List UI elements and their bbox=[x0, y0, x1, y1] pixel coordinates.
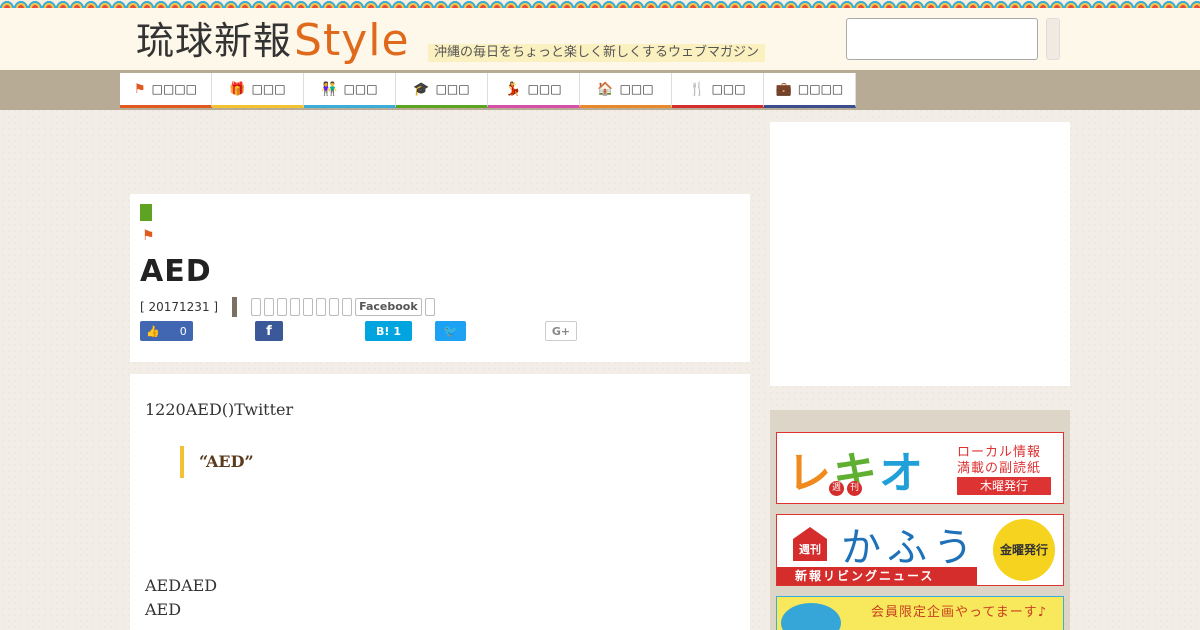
site-logo[interactable]: 琉球新報 Style bbox=[136, 18, 410, 64]
search-input[interactable] bbox=[846, 18, 1038, 60]
wave-pattern-strip bbox=[0, 0, 1200, 8]
gplus-label: G+ bbox=[551, 324, 571, 338]
search-button[interactable] bbox=[1046, 18, 1060, 60]
house-icon: 週刊 bbox=[793, 527, 827, 561]
article-title: AED bbox=[140, 254, 212, 289]
category-nav: ⚑ □□□□ 🎁 □□□ 👫 □□□ 🎓 □□□ 💃 □□□ 🏠 □□□ 🍴 □□□ 💼 □□□□ bbox=[0, 70, 1200, 110]
thumbs-up-icon: 👍 bbox=[146, 324, 160, 338]
mascot-icon bbox=[781, 603, 841, 630]
logo-jp-text: 琉球新報 bbox=[136, 19, 293, 63]
nav-item-label: □□□ bbox=[527, 82, 562, 96]
site-header: 琉球新報 Style 沖縄の毎日をちょっと楽しく新しくするウェブマガジン bbox=[0, 8, 1200, 70]
twitter-share-button[interactable]: 🐦 bbox=[435, 321, 466, 341]
kafu-banner[interactable]: 週刊 かふう 新報リビングニュース 金曜発行 bbox=[776, 514, 1064, 586]
article-quote: “AED” bbox=[180, 446, 254, 478]
weekly-shu: 週 bbox=[829, 481, 844, 496]
tag-chip[interactable] bbox=[277, 298, 288, 316]
facebook-share-button[interactable]: f bbox=[255, 321, 283, 341]
nav-item-label: □□□ bbox=[711, 82, 746, 96]
like-count: 0 bbox=[179, 324, 187, 338]
weekly-badge: 週 刊 bbox=[829, 481, 862, 496]
site-tagline: 沖縄の毎日をちょっと楽しく新しくするウェブマガジン bbox=[428, 44, 766, 62]
nav-item-label: □□□□ bbox=[797, 82, 844, 96]
nav-item-label: □□□ bbox=[435, 82, 470, 96]
gift-icon: 🎁 bbox=[229, 81, 246, 97]
member-campaign-text: 会員限定企画やってまーす♪ bbox=[871, 605, 1047, 620]
nav-item-briefcase[interactable]: 💼 □□□□ bbox=[764, 73, 856, 108]
meta-divider bbox=[232, 297, 238, 317]
tag-chip[interactable] bbox=[290, 298, 301, 316]
facebook-icon: f bbox=[266, 323, 272, 339]
flag-icon: ⚑ bbox=[133, 81, 146, 97]
graduation-cap-icon: 🎓 bbox=[413, 81, 430, 97]
kafu-title: かふう bbox=[841, 525, 979, 571]
nav-item-house[interactable]: 🏠 □□□ bbox=[580, 73, 672, 108]
weekly-kan: 刊 bbox=[847, 481, 862, 496]
article-header: ⚑ AED [ 20171231 ] Facebook 👍 0 f B! 1 🐦… bbox=[130, 194, 750, 362]
logo-style-text: Style bbox=[294, 15, 410, 66]
nav-item-graduation-cap[interactable]: 🎓 □□□ bbox=[396, 73, 488, 108]
lekio-publish-day: 木曜発行 bbox=[957, 477, 1051, 495]
nav-item-label: □□□ bbox=[619, 82, 654, 96]
nav-item-couple[interactable]: 👫 □□□ bbox=[304, 73, 396, 108]
nav-item-fork-knife[interactable]: 🍴 □□□ bbox=[672, 73, 764, 108]
article-body: 1220AED()Twitter “AED” AEDAED AED bbox=[130, 374, 750, 630]
dancer-icon: 💃 bbox=[505, 81, 522, 97]
couple-icon: 👫 bbox=[321, 81, 338, 97]
nav-item-label: □□□□ bbox=[151, 82, 197, 96]
house-icon: 🏠 bbox=[597, 81, 614, 97]
nav-item-label: □□□ bbox=[343, 82, 378, 96]
meta-row: [ 20171231 ] Facebook bbox=[140, 297, 435, 317]
nav-item-label: □□□ bbox=[251, 82, 286, 96]
tag-list: Facebook bbox=[251, 298, 435, 316]
category-marker bbox=[140, 204, 152, 221]
tag-chip[interactable] bbox=[342, 298, 353, 316]
fork-knife-icon: 🍴 bbox=[689, 81, 706, 97]
body-line: AEDAED bbox=[145, 576, 218, 595]
nav-list: ⚑ □□□□ 🎁 □□□ 👫 □□□ 🎓 □□□ 💃 □□□ 🏠 □□□ 🍴 □□□ 💼 □□□□ bbox=[120, 73, 856, 108]
facebook-tag[interactable]: Facebook bbox=[355, 298, 422, 316]
hatena-count: 1 bbox=[393, 324, 402, 338]
nav-item-gift[interactable]: 🎁 □□□ bbox=[212, 73, 304, 108]
article-date: [ 20171231 ] bbox=[140, 300, 219, 314]
facebook-like-button[interactable]: 👍 0 bbox=[140, 321, 193, 341]
tag-chip[interactable] bbox=[316, 298, 327, 316]
flag-icon: ⚑ bbox=[142, 228, 155, 244]
tag-chip[interactable] bbox=[303, 298, 314, 316]
hatena-bookmark-button[interactable]: B! 1 bbox=[365, 321, 412, 341]
sidebar-ad-slot[interactable] bbox=[770, 122, 1070, 386]
body-line: AED bbox=[145, 600, 182, 619]
nav-item-dancer[interactable]: 💃 □□□ bbox=[488, 73, 580, 108]
nav-item-flag[interactable]: ⚑ □□□□ bbox=[120, 73, 212, 108]
intro-paragraph: 1220AED()Twitter bbox=[145, 400, 294, 419]
tag-chip[interactable] bbox=[251, 298, 262, 316]
tag-chip[interactable] bbox=[329, 298, 340, 316]
briefcase-icon: 💼 bbox=[775, 81, 792, 97]
kafu-publish-day: 金曜発行 bbox=[993, 519, 1055, 581]
tag-chip[interactable] bbox=[264, 298, 275, 316]
member-campaign-banner[interactable]: 会員限定企画やってまーす♪ bbox=[776, 596, 1064, 630]
google-plus-button[interactable]: G+ bbox=[545, 321, 577, 341]
hatena-label: B! bbox=[375, 324, 390, 338]
lekio-desc-line2: 満載の副読紙 bbox=[957, 461, 1042, 476]
kafu-subtitle: 新報リビングニュース bbox=[777, 567, 977, 585]
twitter-bird-icon: 🐦 bbox=[443, 324, 458, 338]
tag-chip[interactable] bbox=[424, 298, 435, 316]
lekio-banner[interactable]: レキオ 週 刊 ローカル情報 満載の副読紙 木曜発行 bbox=[776, 432, 1064, 504]
sidebar-banners: レキオ 週 刊 ローカル情報 満載の副読紙 木曜発行 週刊 かふう 新報リビング… bbox=[770, 410, 1070, 630]
